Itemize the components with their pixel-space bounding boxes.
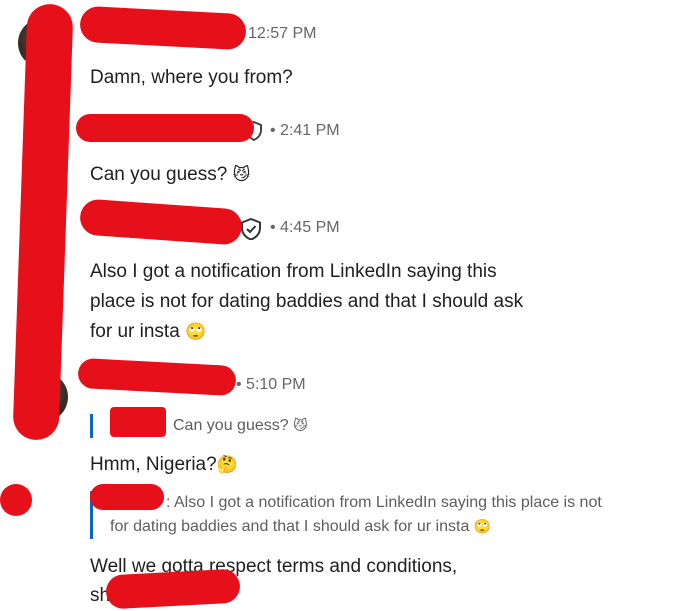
message-line: for ur insta 🙄 <box>90 317 206 347</box>
redaction-mark <box>78 198 244 246</box>
redaction-mark <box>79 5 247 51</box>
redaction-mark <box>76 114 254 142</box>
quoted-message[interactable]: : Also I got a notification from LinkedI… <box>90 491 670 539</box>
redaction-mark <box>0 484 32 516</box>
quoted-line: for dating baddies and that I should ask… <box>110 515 670 539</box>
cat-smirk-emoji-icon: 😼 <box>293 418 308 434</box>
thinking-emoji-icon: 🤔 <box>216 455 238 475</box>
message-timestamp: • 5:10 PM <box>236 376 306 393</box>
redaction-mark <box>12 3 74 441</box>
redaction-mark <box>77 357 237 397</box>
message-text: Hmm, Nigeria?🤔 <box>90 450 238 480</box>
quoted-text: : Also I got a notification from LinkedI… <box>166 494 602 511</box>
message-body: Can you guess? <box>90 164 228 185</box>
message-text: Damn, where you from? <box>90 67 293 88</box>
cat-smirk-emoji-icon: 😼 <box>232 165 251 185</box>
message-timestamp: • 2:41 PM <box>270 122 340 139</box>
verified-shield-icon <box>240 217 262 245</box>
quoted-text: for dating baddies and that I should ask… <box>110 518 470 535</box>
message-line: Also I got a notification from LinkedIn … <box>90 261 497 282</box>
eye-roll-emoji-icon: 🙄 <box>473 519 492 535</box>
quoted-text: Can you guess? <box>173 417 289 434</box>
eye-roll-emoji-icon: 🙄 <box>185 322 207 342</box>
redaction-mark <box>90 484 164 510</box>
redaction-mark <box>105 568 241 610</box>
redaction-mark <box>110 407 166 437</box>
message-timestamp: • 4:45 PM <box>270 219 340 236</box>
message-body: for ur insta <box>90 321 180 342</box>
message-text: Can you guess? 😼 <box>90 160 250 190</box>
message-body: Hmm, Nigeria? <box>90 454 217 475</box>
quoted-line: : Also I got a notification from LinkedI… <box>110 491 670 515</box>
message-line: place is not for dating baddies and that… <box>90 291 524 312</box>
message-timestamp: 12:57 PM <box>248 25 317 42</box>
